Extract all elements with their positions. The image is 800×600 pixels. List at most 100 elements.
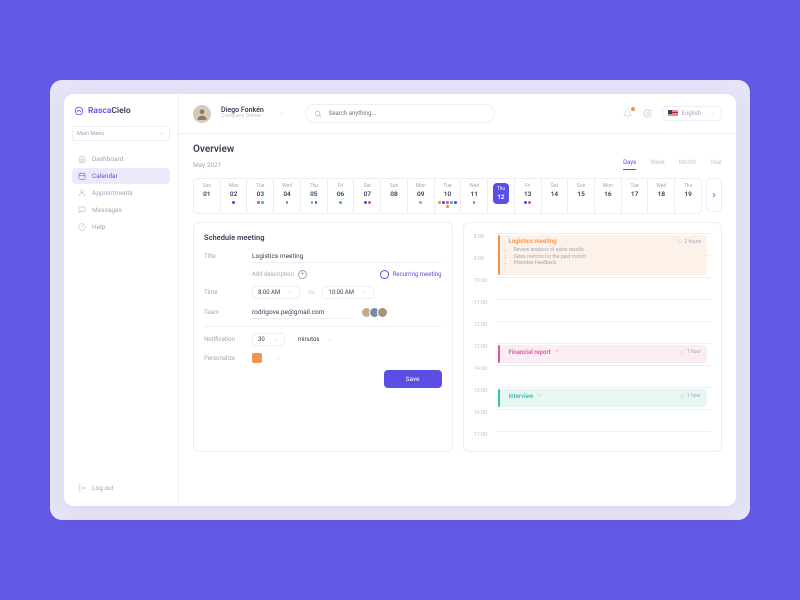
language-selector[interactable]: English [662, 106, 722, 121]
app-window: RascaCielo Main Menu Dashboard Calendar Ap… [64, 94, 736, 506]
title-input[interactable] [252, 250, 442, 263]
brand-b: Cielo [111, 106, 130, 116]
time-label: 16:00 [474, 409, 496, 416]
search-input[interactable] [327, 109, 486, 118]
main-area: Diego Fonkén Company Owner English [179, 94, 736, 506]
add-description-button[interactable]: Add description + [252, 270, 307, 279]
nav-icon [78, 189, 86, 197]
chevron-down-icon [554, 348, 560, 354]
recurring-toggle[interactable]: Recurring meeting [380, 270, 442, 279]
nav-label: Messages [92, 206, 122, 214]
day-12[interactable]: Thu12 [488, 179, 515, 213]
event-item: Attendee Feedback [514, 260, 702, 267]
notification-unit-select[interactable]: minutos [293, 334, 339, 345]
range-tab-days[interactable]: Days [623, 159, 636, 170]
user-chevron-icon[interactable] [278, 110, 285, 117]
avatar[interactable] [193, 105, 211, 123]
team-avatars [364, 307, 388, 318]
day-06[interactable]: Fri06 [328, 179, 355, 213]
time-to-select[interactable]: 10:00 AM [322, 286, 374, 299]
chevron-down-icon[interactable] [274, 355, 281, 362]
day-01[interactable]: Sun01 [194, 179, 221, 213]
day-11[interactable]: Wed11 [461, 179, 488, 213]
time-label: 10:00 [474, 277, 496, 284]
settings-button[interactable] [642, 108, 654, 120]
nav-label: Help [92, 223, 105, 231]
chevron-down-icon [536, 392, 542, 398]
day-13[interactable]: Fri13 [515, 179, 542, 213]
day-05[interactable]: Thu05 [301, 179, 328, 213]
add-description-label: Add description [252, 271, 294, 278]
gear-icon [643, 109, 652, 118]
next-days-button[interactable] [706, 178, 722, 212]
range-tab-week[interactable]: Week [650, 159, 665, 170]
team-label: Team [204, 309, 244, 316]
nav-label: Calendar [92, 172, 118, 180]
chevron-down-icon [327, 336, 334, 343]
time-label: 9:00 [474, 255, 496, 262]
chevron-down-icon [158, 130, 165, 137]
flag-us-icon [668, 110, 678, 117]
sidebar-item-messages[interactable]: Messages [72, 202, 170, 218]
brand-logo: RascaCielo [72, 106, 170, 126]
time-label: 8:00 [474, 233, 496, 240]
day-04[interactable]: Wed04 [274, 179, 301, 213]
logout-button[interactable]: Log out [72, 480, 170, 496]
day-07[interactable]: Sat07 [354, 179, 381, 213]
notifications-button[interactable] [622, 108, 634, 120]
day-09[interactable]: Mon09 [408, 179, 435, 213]
time-label: 17:00 [474, 431, 496, 438]
day-16[interactable]: Mon16 [595, 179, 622, 213]
radio-icon [380, 270, 389, 279]
day-10[interactable]: Tue10 [435, 179, 462, 213]
chevron-down-icon [287, 289, 294, 296]
month-label: May 2021 [193, 161, 221, 169]
sidebar-item-help[interactable]: Help [72, 219, 170, 235]
nav-icon [78, 206, 86, 214]
sidebar-item-appointments[interactable]: Appointments [72, 185, 170, 201]
day-17[interactable]: Tue17 [622, 179, 649, 213]
user-meta: Diego Fonkén Company Owner [221, 107, 264, 120]
day-14[interactable]: Sat14 [542, 179, 569, 213]
topbar: Diego Fonkén Company Owner English [179, 94, 736, 134]
nav-icon [78, 223, 86, 231]
search-box[interactable] [305, 104, 495, 123]
time-label: 11:00 [474, 299, 496, 306]
chevron-right-icon [710, 191, 718, 199]
search-icon [314, 110, 322, 118]
time-label: 13:00 [474, 343, 496, 350]
personalize-label: Personalize [204, 355, 244, 362]
chevron-down-icon [361, 289, 368, 296]
time-from-select[interactable]: 8:00 AM [252, 286, 300, 299]
day-08[interactable]: Sun08 [381, 179, 408, 213]
logout-label: Log out [92, 484, 114, 492]
day-02[interactable]: Mon02 [221, 179, 248, 213]
event-logistics-meeting[interactable]: Logistics meeting2 hoursReview analysis … [498, 235, 708, 275]
menu-selector[interactable]: Main Menu [72, 126, 170, 141]
nav-label: Dashboard [92, 155, 123, 163]
day-15[interactable]: Sun15 [568, 179, 595, 213]
notification-value-select[interactable]: 30 [252, 333, 285, 346]
chevron-down-icon [709, 110, 716, 117]
range-tab-month[interactable]: Month [679, 159, 696, 170]
team-input[interactable] [252, 306, 352, 319]
event-interview[interactable]: Interview1 hour [498, 389, 708, 407]
day-18[interactable]: Wed18 [648, 179, 675, 213]
day-19[interactable]: Thu19 [675, 179, 701, 213]
day-03[interactable]: Tue03 [247, 179, 274, 213]
content: Overview May 2021 DaysWeekMonthYear Sun0… [179, 134, 736, 506]
user-role: Company Owner [221, 114, 264, 120]
color-swatch[interactable] [252, 353, 262, 363]
save-button[interactable]: Save [384, 370, 442, 388]
plus-icon: + [298, 270, 307, 279]
sidebar-item-calendar[interactable]: Calendar [72, 168, 170, 184]
language-label: English [682, 110, 701, 117]
nav-label: Appointments [92, 189, 133, 197]
timeline-panel: 8:009:0010:0011:0012:0013:0014:0015:0016… [463, 222, 723, 452]
range-tab-year[interactable]: Year [710, 159, 722, 170]
recurring-label: Recurring meeting [393, 271, 442, 278]
sidebar-item-dashboard[interactable]: Dashboard [72, 151, 170, 167]
time-label: 12:00 [474, 321, 496, 328]
event-financial-report[interactable]: Financial report1 hour [498, 345, 708, 363]
title-label: Title [204, 253, 244, 260]
